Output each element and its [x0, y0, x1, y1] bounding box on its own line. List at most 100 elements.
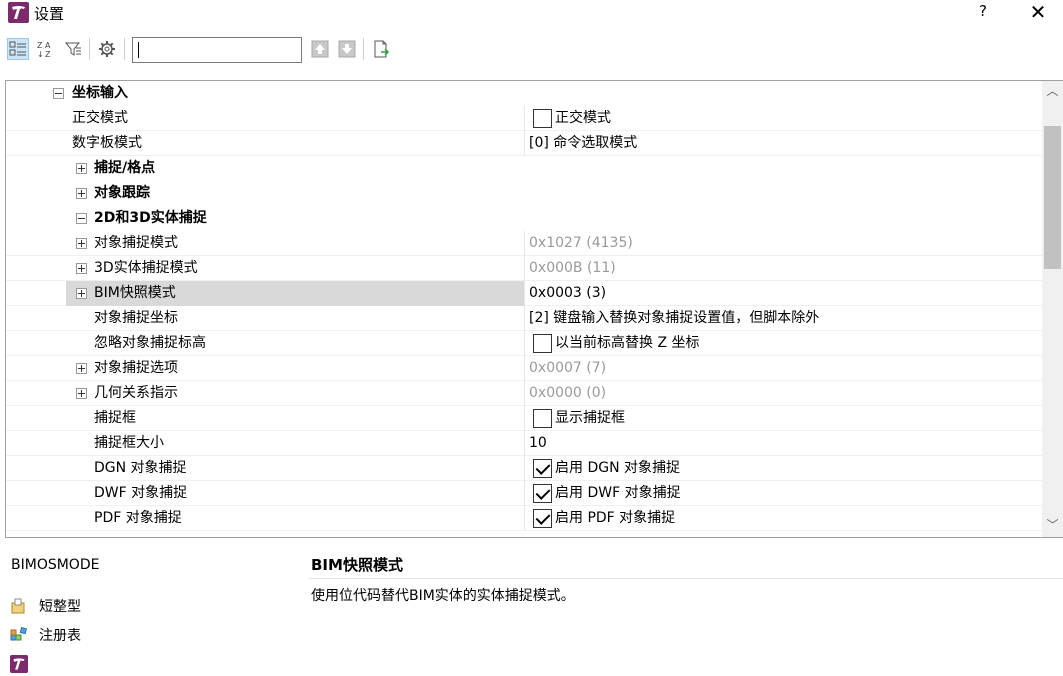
description-text: 使用位代码替代BIM实体的实体捕捉模式。: [311, 588, 575, 604]
toolbar-separator: [89, 38, 90, 60]
scroll-down-icon[interactable]: ﹀: [1042, 515, 1063, 535]
checkbox-ignore-elevation[interactable]: [533, 334, 552, 353]
row-value[interactable]: 启用 PDF 对象捕捉: [524, 506, 1042, 531]
group-row-object-tracking[interactable]: 对象跟踪: [6, 181, 1042, 206]
expand-icon[interactable]: [76, 263, 87, 274]
expand-icon[interactable]: [76, 188, 87, 199]
checkbox-label: 显示捕捉框: [555, 410, 625, 426]
integer-type-icon: [11, 598, 25, 614]
group-row-coordinate-input[interactable]: 坐标输入: [6, 81, 1042, 106]
property-row[interactable]: 捕捉框 显示捕捉框: [6, 406, 1042, 431]
settings-button[interactable]: [96, 38, 118, 60]
categorized-view-button[interactable]: [7, 38, 29, 60]
filter-icon: [64, 42, 81, 56]
svg-text:Z: Z: [37, 41, 43, 50]
row-value[interactable]: 显示捕捉框: [524, 406, 1042, 431]
property-row[interactable]: 3D实体捕捉模式 0x000B (11): [6, 256, 1042, 281]
row-value[interactable]: [0] 命令选取模式: [524, 131, 1042, 156]
row-name: 3D实体捕捉模式: [94, 260, 198, 276]
toolbar-separator: [363, 38, 364, 60]
row-value[interactable]: 启用 DWF 对象捕捉: [524, 481, 1042, 506]
next-match-button[interactable]: [336, 38, 358, 60]
expand-icon[interactable]: [76, 163, 87, 174]
filter-button[interactable]: [62, 38, 84, 60]
sort-az-icon: Z A ↓ Z: [37, 41, 51, 58]
expand-icon[interactable]: [76, 363, 87, 374]
row-value[interactable]: 0x000B (11): [524, 256, 1042, 281]
checkbox-orthogonal[interactable]: [533, 109, 552, 128]
scroll-thumb[interactable]: [1044, 126, 1061, 269]
group-row-2d-3d-snap[interactable]: 2D和3D实体捕捉: [6, 206, 1042, 231]
property-row[interactable]: 几何关系指示 0x0000 (0): [6, 381, 1042, 406]
svg-text:↓: ↓: [37, 50, 44, 58]
vertical-scrollbar[interactable]: ︿ ﹀: [1042, 81, 1063, 537]
property-row[interactable]: DGN 对象捕捉 启用 DGN 对象捕捉: [6, 456, 1042, 481]
property-row[interactable]: 对象捕捉模式 0x1027 (4135): [6, 231, 1042, 256]
title-bar: 设置 ? ✕: [0, 0, 1063, 27]
arrow-down-icon: [338, 40, 356, 58]
checkbox-dgn-snap[interactable]: [533, 459, 552, 478]
alphabetical-view-button[interactable]: Z A ↓ Z: [34, 38, 56, 60]
registry-label: 注册表: [39, 628, 81, 644]
search-field[interactable]: [132, 37, 302, 63]
row-name: 捕捉框大小: [94, 435, 164, 451]
row-name: 对象跟踪: [94, 185, 150, 201]
app-logo-small-icon: [10, 655, 28, 673]
categorized-view-icon: [9, 41, 26, 56]
close-button[interactable]: ✕: [1028, 1, 1048, 23]
group-row-snap-grid[interactable]: 捕捉/格点: [6, 156, 1042, 181]
export-file-icon: [374, 40, 390, 58]
search-input[interactable]: [139, 40, 295, 60]
row-name: BIM快照模式: [66, 281, 524, 306]
row-name: 捕捉/格点: [94, 160, 156, 176]
row-value[interactable]: 0x1027 (4135): [524, 231, 1042, 256]
row-value[interactable]: 正交模式: [524, 106, 1042, 131]
checkbox-label: 启用 PDF 对象捕捉: [555, 510, 676, 526]
expand-icon[interactable]: [76, 288, 87, 299]
property-row[interactable]: 捕捉框大小 10: [6, 431, 1042, 456]
row-name: DGN 对象捕捉: [94, 460, 187, 476]
expand-icon[interactable]: [76, 238, 87, 249]
row-name: 忽略对象捕捉标高: [94, 335, 206, 351]
expand-icon[interactable]: [76, 388, 87, 399]
checkbox-pdf-snap[interactable]: [533, 509, 552, 528]
registry-info: 注册表: [10, 625, 81, 645]
row-value[interactable]: 0x0007 (7): [524, 356, 1042, 381]
row-value[interactable]: 以当前标高替换 Z 坐标: [524, 331, 1042, 356]
row-name: 数字板模式: [72, 135, 142, 151]
previous-match-button[interactable]: [309, 38, 331, 60]
settings-grid: 坐标输入 正交模式 正交模式 数字板模式 [0] 命令选取模式 捕捉/格点 对象…: [5, 80, 1063, 538]
row-value[interactable]: 0x0000 (0): [524, 381, 1042, 406]
description-divider: [309, 578, 1063, 579]
app-logo-icon: [8, 2, 29, 23]
property-row[interactable]: 正交模式 正交模式: [6, 106, 1042, 131]
row-value[interactable]: 启用 DGN 对象捕捉: [524, 456, 1042, 481]
export-button[interactable]: [370, 38, 392, 60]
row-name: 坐标输入: [72, 85, 128, 101]
property-row-selected[interactable]: BIM快照模式 0x0003 (3): [6, 281, 1042, 306]
row-name: 正交模式: [72, 110, 128, 126]
arrow-up-icon: [311, 40, 329, 58]
property-row[interactable]: DWF 对象捕捉 启用 DWF 对象捕捉: [6, 481, 1042, 506]
row-name: 2D和3D实体捕捉: [94, 210, 207, 226]
property-row[interactable]: PDF 对象捕捉 启用 PDF 对象捕捉: [6, 506, 1042, 531]
type-info: 短整型: [10, 596, 81, 616]
checkbox-label: 正交模式: [555, 110, 611, 126]
row-value[interactable]: 0x0003 (3): [524, 281, 1042, 306]
checkbox-show-aperture[interactable]: [533, 409, 552, 428]
checkbox-label: 启用 DGN 对象捕捉: [555, 460, 681, 476]
property-row[interactable]: 数字板模式 [0] 命令选取模式: [6, 131, 1042, 156]
scroll-up-icon[interactable]: ︿: [1042, 81, 1063, 101]
collapse-icon[interactable]: [76, 213, 87, 224]
property-row[interactable]: 忽略对象捕捉标高 以当前标高替换 Z 坐标: [6, 331, 1042, 356]
checkbox-label: 启用 DWF 对象捕捉: [555, 485, 681, 501]
property-row[interactable]: 对象捕捉坐标 [2] 键盘输入替换对象捕捉设置值，但脚本除外: [6, 306, 1042, 331]
description-title: BIM快照模式: [311, 556, 403, 574]
row-value[interactable]: [2] 键盘输入替换对象捕捉设置值，但脚本除外: [524, 306, 1042, 331]
row-value[interactable]: 10: [524, 431, 1042, 456]
property-row[interactable]: 对象捕捉选项 0x0007 (7): [6, 356, 1042, 381]
collapse-icon[interactable]: [53, 88, 64, 99]
row-name: 对象捕捉坐标: [94, 310, 178, 326]
help-button[interactable]: ?: [975, 2, 991, 22]
checkbox-dwf-snap[interactable]: [533, 484, 552, 503]
